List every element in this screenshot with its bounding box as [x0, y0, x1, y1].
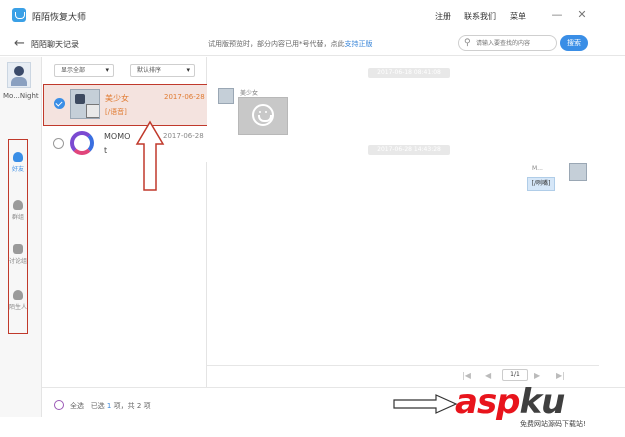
- contact-name: 美少女: [105, 94, 129, 103]
- prev-page-icon[interactable]: ◀: [485, 371, 491, 380]
- title-bar: [0, 0, 625, 30]
- unchecked-circle-icon[interactable]: [53, 138, 64, 149]
- user-avatar[interactable]: [7, 62, 31, 88]
- contact-date: 2017-06-28: [163, 132, 204, 140]
- contact-date: 2017-06-28: [164, 93, 205, 101]
- user-name: Mo...Night: [3, 92, 39, 100]
- search-icon: ⚲: [464, 38, 471, 48]
- my-message-bubble: [/咧嘴]: [527, 177, 555, 191]
- back-arrow-icon[interactable]: ←: [14, 36, 25, 51]
- list-item[interactable]: MOMO t 2017-06-28: [43, 126, 208, 162]
- search-box[interactable]: ⚲: [458, 35, 557, 51]
- watermark-logo: aspku: [455, 382, 565, 422]
- rail-item-label: 讨论组: [8, 258, 27, 265]
- smiley-icon: [252, 104, 274, 126]
- select-all-radio[interactable]: [54, 400, 64, 410]
- selection-summary: 全选 已选 1 项，共 2 项: [70, 401, 151, 411]
- caret-down-icon: ▾: [186, 66, 190, 74]
- stranger-icon: [13, 290, 23, 300]
- sender-name: 美少女: [240, 90, 259, 97]
- contact-name-line2: t: [104, 146, 108, 155]
- search-button[interactable]: 搜索: [560, 35, 588, 51]
- chat-bubbles-icon: [13, 244, 23, 254]
- selected-mid: 项，共: [113, 402, 135, 410]
- menu-menu[interactable]: 菜单: [510, 11, 526, 22]
- selected-prefix: 已选: [90, 402, 105, 410]
- watermark-subtitle: 免费网站源码下载站!: [520, 420, 586, 428]
- close-icon[interactable]: ✕: [575, 8, 589, 22]
- search-input[interactable]: [476, 38, 554, 49]
- filter-show-label: 显示全部: [61, 67, 86, 74]
- page-number[interactable]: 1/1: [502, 369, 528, 381]
- person-icon: [13, 152, 23, 162]
- support-genuine-link[interactable]: 支持正版: [345, 40, 373, 48]
- checked-circle-icon[interactable]: [54, 98, 65, 109]
- filter-show-dropdown[interactable]: 显示全部 ▾: [54, 64, 114, 77]
- contact-avatar: [70, 89, 100, 119]
- last-page-icon[interactable]: ▶|: [556, 371, 565, 380]
- sort-label: 默认排序: [137, 67, 162, 74]
- select-all-label[interactable]: 全选: [70, 402, 84, 410]
- annotation-up-arrow-icon: [135, 120, 165, 191]
- selected-count: 1: [106, 402, 112, 410]
- total-count: 2: [136, 402, 142, 410]
- caret-down-icon: ▾: [105, 66, 109, 74]
- sort-dropdown[interactable]: 默认排序 ▾: [130, 64, 195, 77]
- app-title: 陌陌恢复大师: [32, 13, 87, 23]
- rail-item-groups[interactable]: 群组: [8, 200, 28, 221]
- group-icon: [13, 200, 23, 210]
- app-logo-icon: [12, 8, 26, 22]
- contact-name: MOMO: [104, 132, 131, 141]
- trial-notice: 试用版预览时，部分内容已用*号代替，点此支持正版: [208, 39, 373, 49]
- rail-item-strangers[interactable]: 陌生人: [8, 290, 28, 311]
- contact-preview: [/语音]: [105, 108, 127, 116]
- first-page-icon[interactable]: |◀: [462, 371, 471, 380]
- rail-item-discussions[interactable]: 讨论组: [8, 244, 28, 265]
- rail-item-label: 群组: [11, 214, 24, 221]
- rail-item-label: 好友: [11, 166, 24, 173]
- minimize-icon[interactable]: —: [550, 8, 564, 22]
- chat-timestamp: 2017-06-28 14:43:28: [368, 145, 450, 155]
- next-page-icon[interactable]: ▶: [534, 371, 540, 380]
- rail-item-friends[interactable]: 好友: [8, 152, 28, 173]
- page-title: 陌陌聊天记录: [31, 40, 79, 49]
- momo-logo-icon: [70, 131, 94, 155]
- sender-avatar: [218, 88, 234, 104]
- menu-register[interactable]: 注册: [435, 11, 451, 22]
- my-name: M...: [532, 165, 543, 172]
- chat-timestamp: 2017-06-18 08:41:08: [368, 68, 450, 78]
- my-avatar: [569, 163, 587, 181]
- rail-item-label: 陌生人: [8, 304, 27, 311]
- menu-contact-us[interactable]: 联系我们: [464, 11, 496, 22]
- annotation-right-arrow-icon: [393, 394, 458, 414]
- list-item[interactable]: 美少女 2017-06-28 [/语音]: [43, 84, 208, 126]
- trial-notice-text: 试用版预览时，部分内容已用*号代替，点此: [208, 40, 345, 48]
- selected-suffix: 项: [143, 402, 151, 410]
